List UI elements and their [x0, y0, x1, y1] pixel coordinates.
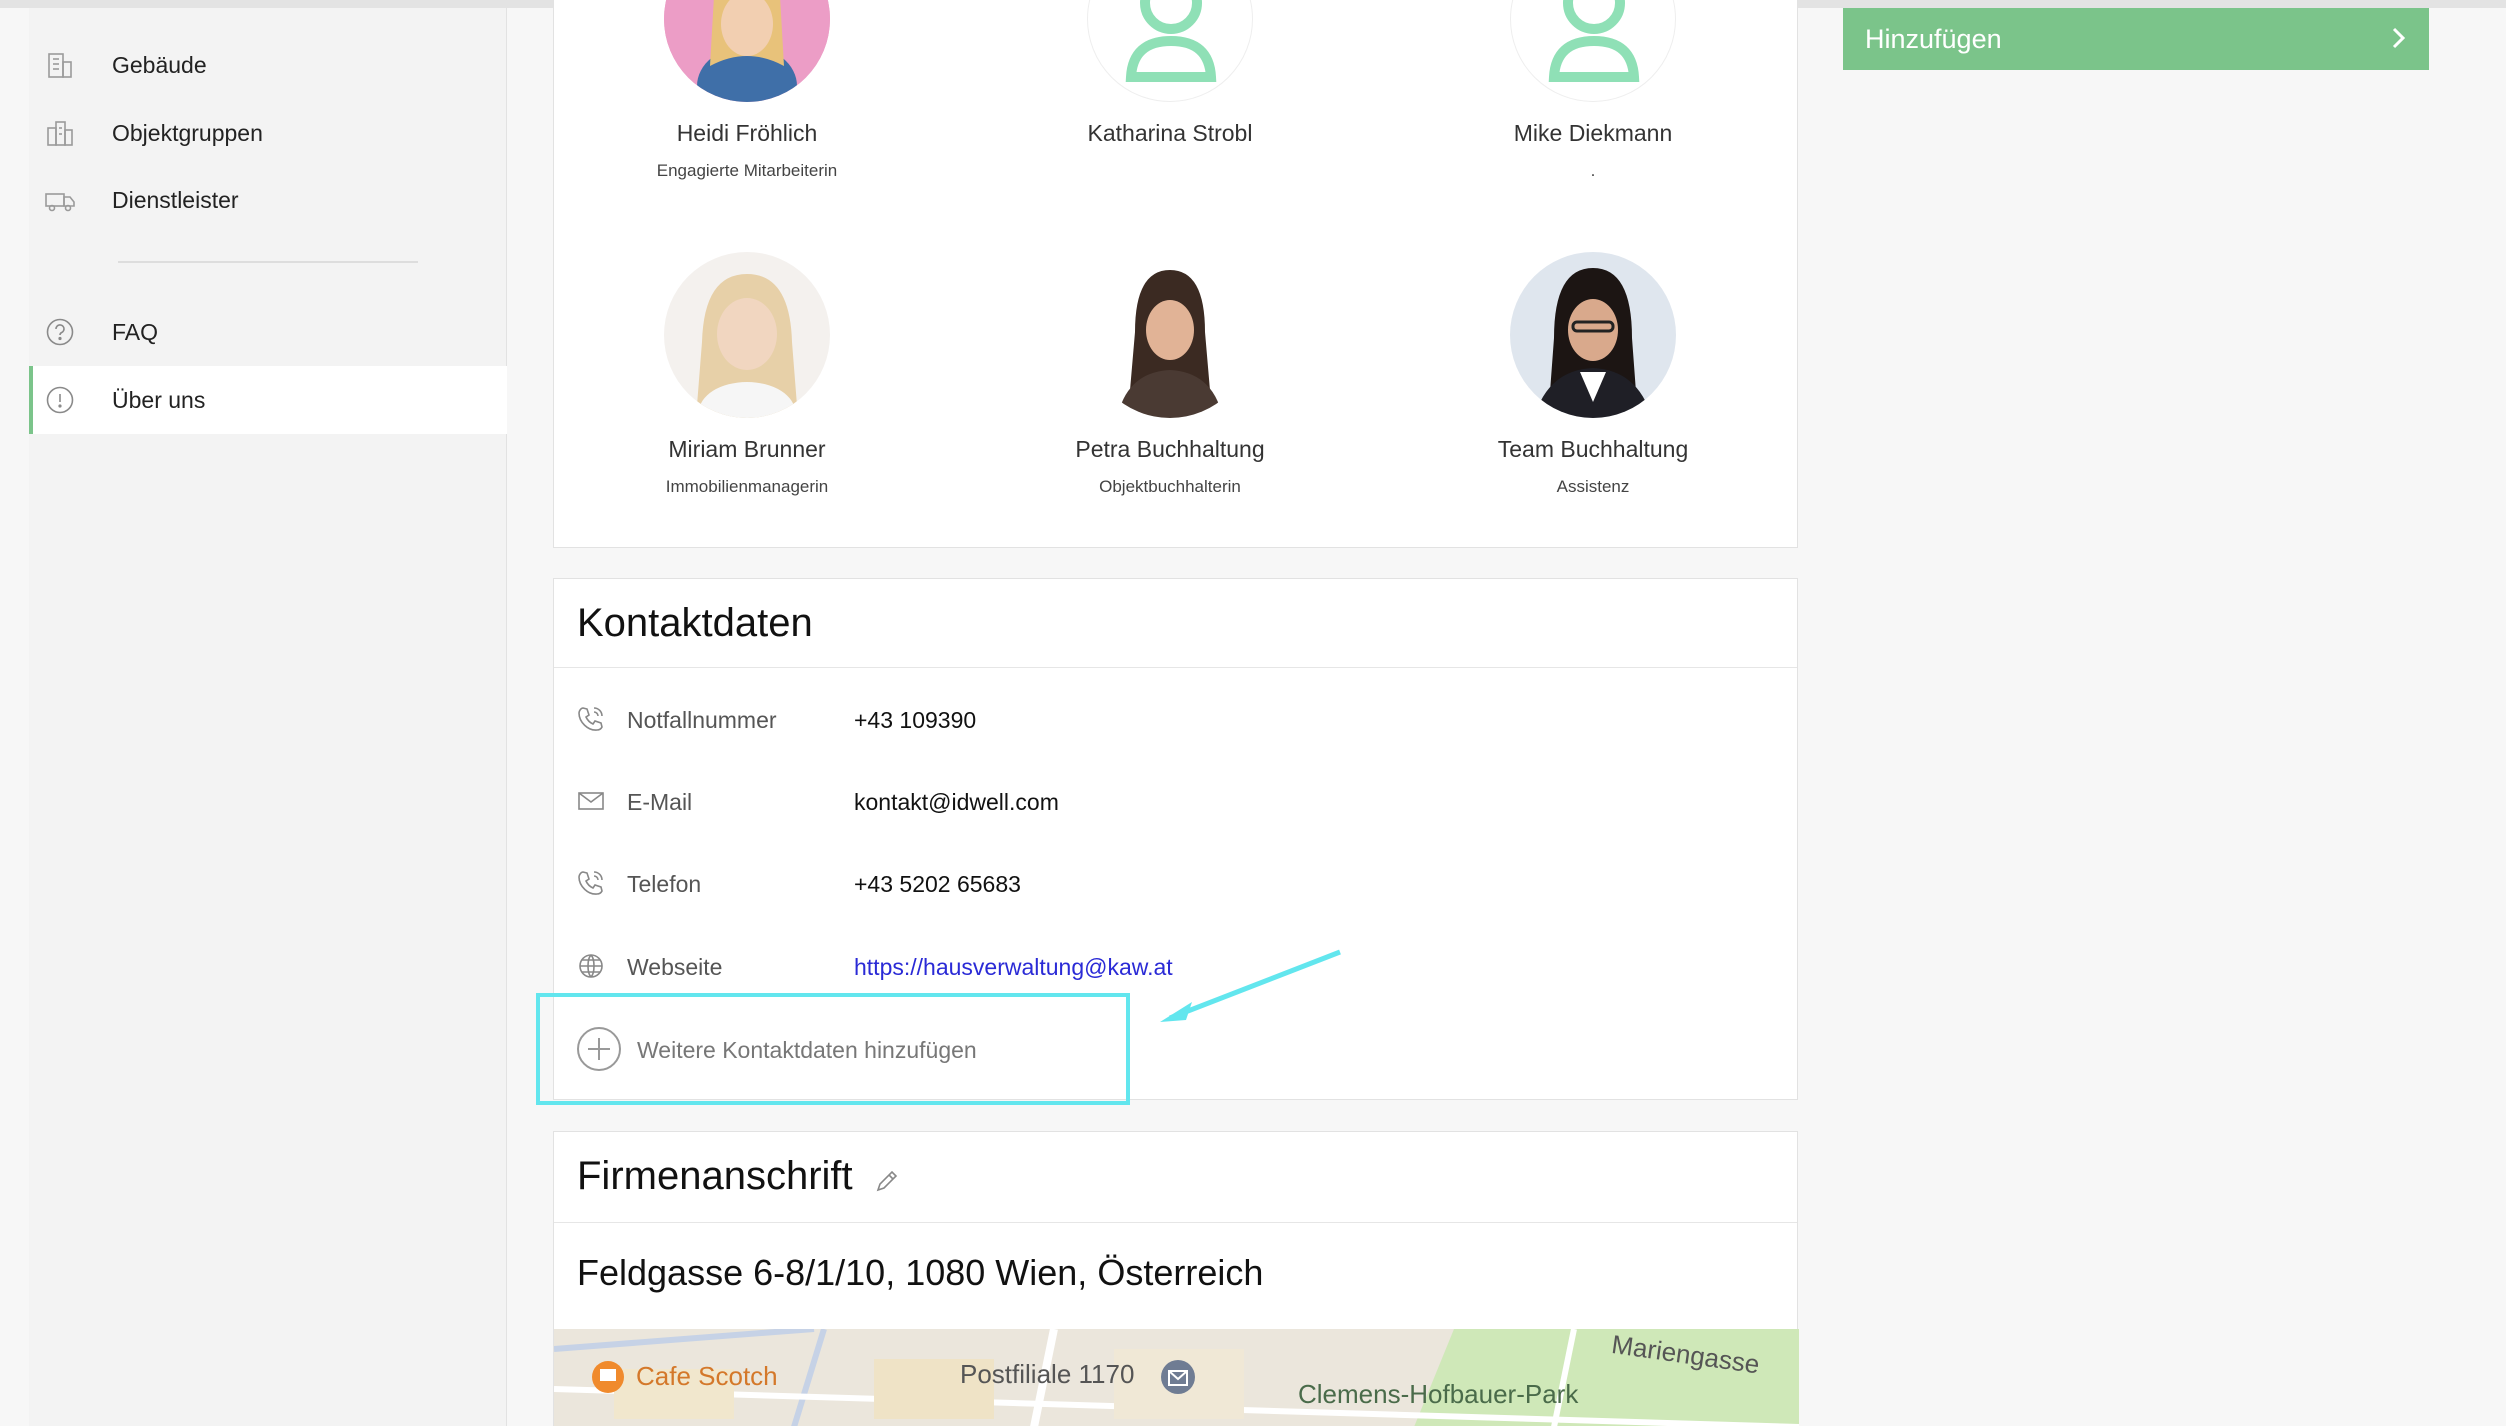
member-name: Mike Diekmann	[1513, 120, 1673, 146]
building-icon	[43, 48, 77, 82]
member-name: Katharina Strobl	[1087, 120, 1253, 146]
sidebar-item-label: Gebäude	[112, 51, 207, 78]
building-group-icon	[43, 116, 77, 150]
sidebar-item-dienstleister[interactable]: Dienstleister	[29, 166, 507, 234]
sidebar-item-label: FAQ	[112, 318, 159, 345]
map[interactable]: Cafe Scotch Postfiliale 1170 Clemens-Hof…	[554, 1329, 1799, 1426]
annotation-arrow-icon	[1160, 949, 1341, 1022]
member-role: Immobilienmanagerin	[665, 477, 829, 496]
phone-icon	[577, 705, 605, 733]
member-name: Petra Buchhaltung	[1075, 436, 1265, 462]
team-member[interactable]: Katharina Strobl	[1020, 0, 1320, 161]
card-title: Kontaktdaten	[577, 601, 813, 645]
hinzufuegen-button[interactable]: Hinzufügen	[1843, 8, 2429, 70]
sidebar-item-label: Objektgruppen	[112, 119, 263, 146]
website-link[interactable]: https://hausverwaltung@kaw.at	[854, 954, 1173, 981]
hinzufuegen-label: Hinzufügen	[1865, 23, 2002, 54]
question-icon	[43, 315, 77, 349]
team-member[interactable]: Mike Diekmann .	[1443, 0, 1743, 181]
divider	[554, 1222, 1797, 1223]
member-name: Heidi Fröhlich	[676, 120, 818, 146]
sidebar: Gebäude Objektgruppen Dienstleister FAQ …	[29, 8, 507, 1426]
map-label-park: Clemens-Hofbauer-Park	[1298, 1379, 1579, 1409]
phone-icon	[577, 869, 605, 897]
team-card: Heidi Fröhlich Engagierte Mitarbeiterin …	[553, 0, 1798, 548]
avatar	[1087, 252, 1253, 418]
member-name: Miriam Brunner	[668, 436, 826, 462]
sidebar-item-faq[interactable]: FAQ	[29, 298, 507, 366]
company-address: Feldgasse 6-8/1/10, 1080 Wien, Österreic…	[577, 1252, 1264, 1293]
team-member[interactable]: Heidi Fröhlich Engagierte Mitarbeiterin	[597, 0, 897, 181]
divider	[554, 667, 1797, 668]
contact-row-email: E-Mail kontakt@idwell.com	[577, 781, 1477, 821]
sidebar-item-objektgruppen[interactable]: Objektgruppen	[29, 99, 507, 167]
avatar	[664, 252, 830, 418]
user-placeholder-icon	[1087, 0, 1253, 102]
sidebar-item-label: Über uns	[112, 386, 206, 413]
user-placeholder-icon	[1510, 0, 1676, 102]
member-role: Engagierte Mitarbeiterin	[656, 161, 838, 180]
avatar	[664, 0, 830, 102]
member-role: Objektbuchhalterin	[1099, 477, 1241, 496]
avatar	[1510, 252, 1676, 418]
firmenanschrift-card: Firmenanschrift Feldgasse 6-8/1/10, 1080…	[553, 1131, 1799, 1426]
contact-label: E-Mail	[627, 789, 693, 815]
sidebar-divider	[118, 261, 418, 263]
team-member[interactable]: Petra Buchhaltung Objektbuchhalterin	[1020, 252, 1320, 497]
contact-value: +43 109390	[854, 707, 977, 733]
member-role: Assistenz	[1556, 477, 1630, 496]
info-icon	[43, 383, 77, 417]
contact-row-notfallnummer: Notfallnummer +43 109390	[577, 699, 1477, 739]
contact-value: +43 5202 65683	[854, 871, 1021, 897]
map-label-post: Postfiliale 1170	[960, 1359, 1135, 1389]
sidebar-item-ueber-uns[interactable]: Über uns	[29, 366, 507, 434]
map-label-cafe: Cafe Scotch	[636, 1361, 778, 1391]
team-member[interactable]: Miriam Brunner Immobilienmanagerin	[597, 252, 897, 497]
mail-icon	[577, 787, 605, 815]
contact-label: Notfallnummer	[627, 707, 777, 733]
contact-label: Webseite	[627, 954, 723, 980]
team-member[interactable]: Team Buchhaltung Assistenz	[1443, 252, 1743, 497]
member-role: .	[1590, 161, 1596, 180]
globe-icon	[577, 952, 605, 980]
contact-value[interactable]: kontakt@idwell.com	[854, 789, 1059, 816]
sidebar-item-gebaeude[interactable]: Gebäude	[29, 31, 507, 99]
highlight-box	[536, 993, 1130, 1105]
chevron-right-icon	[2389, 23, 2409, 53]
contact-label: Telefon	[627, 871, 702, 897]
contact-row-telefon: Telefon +43 5202 65683	[577, 863, 1477, 903]
truck-icon	[43, 183, 77, 217]
member-name: Team Buchhaltung	[1497, 436, 1689, 462]
card-title: Firmenanschrift	[577, 1154, 853, 1198]
pencil-icon[interactable]	[874, 1168, 900, 1194]
sidebar-item-label: Dienstleister	[112, 186, 239, 213]
